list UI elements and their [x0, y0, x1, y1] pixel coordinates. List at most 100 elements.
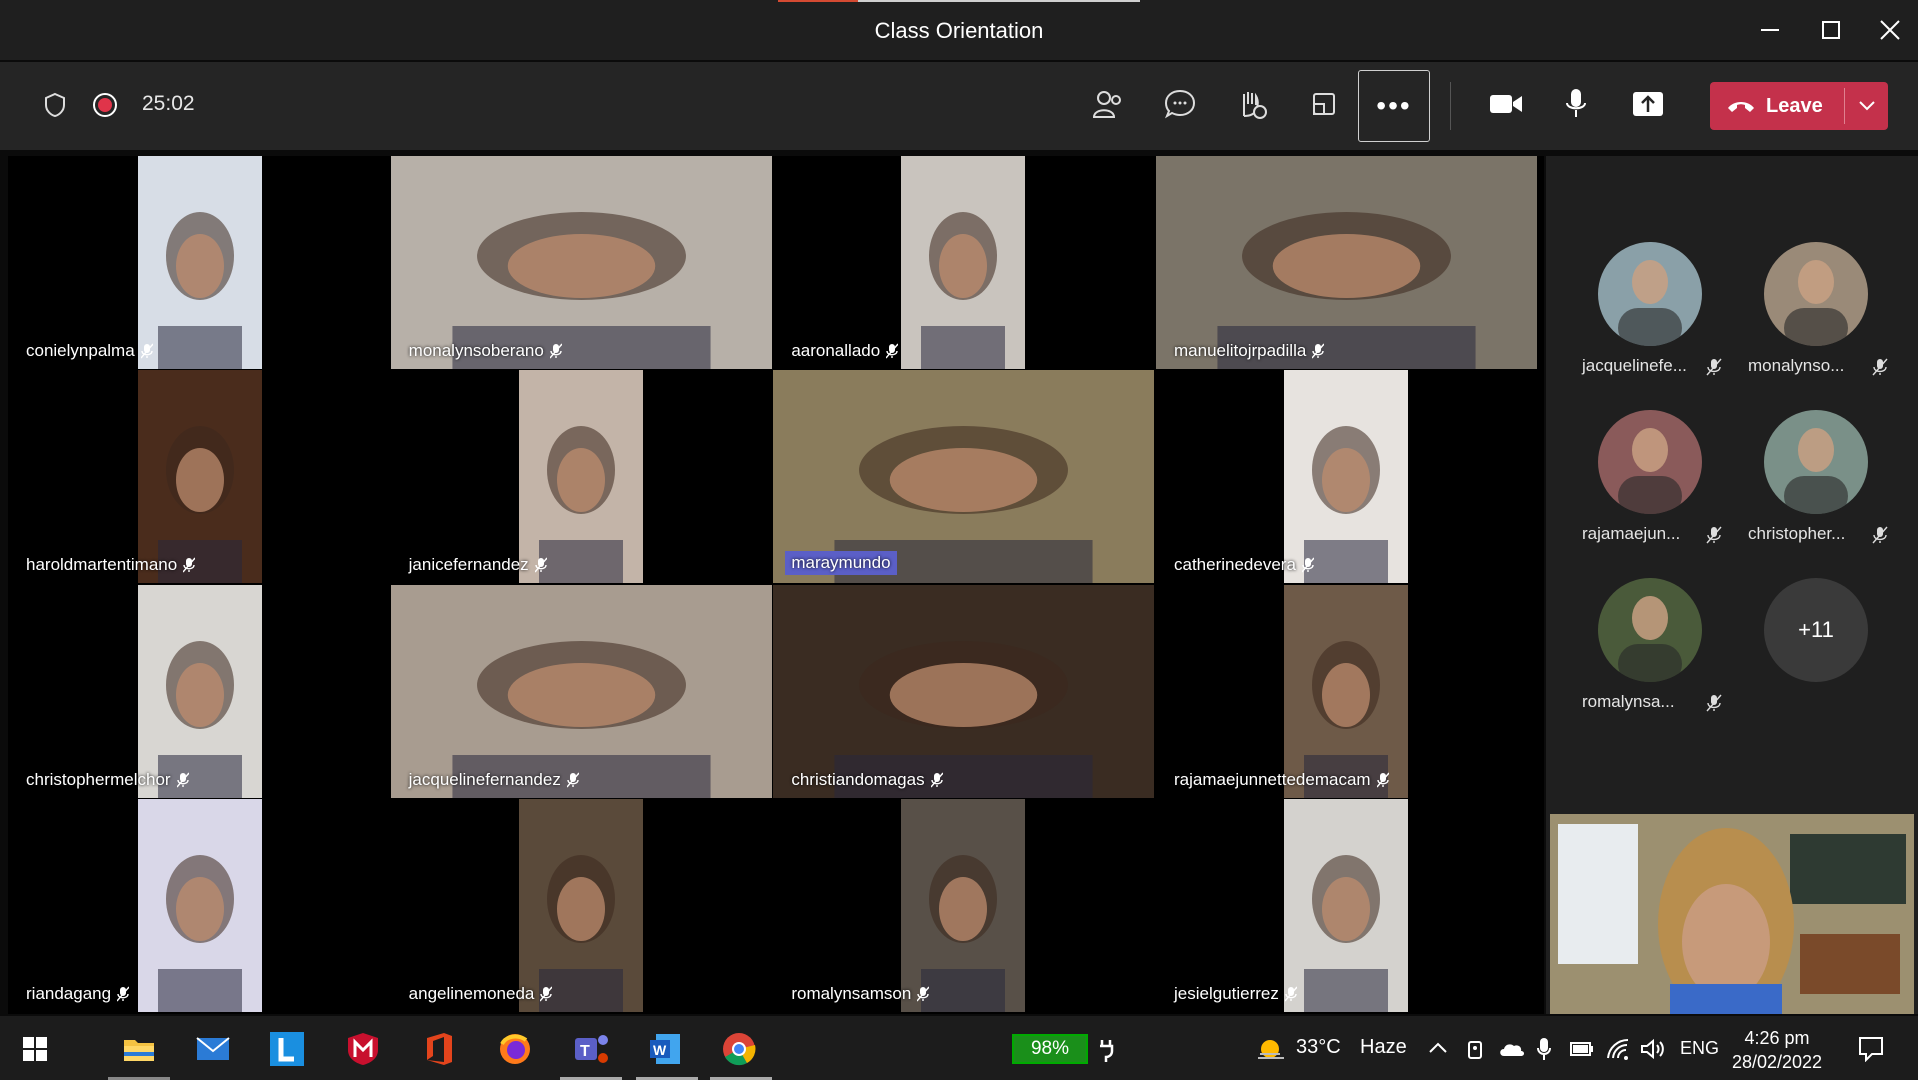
- participant-avatar-label: monalynso...: [1748, 356, 1845, 375]
- battery-tray-icon[interactable]: [1570, 1040, 1594, 1058]
- chat-button[interactable]: [1160, 84, 1200, 124]
- weather-temp[interactable]: 33°C: [1296, 1036, 1341, 1059]
- maximize-icon: [1822, 21, 1840, 39]
- participant-name: christiandomagas: [791, 770, 943, 790]
- mic-muted-icon: [1706, 358, 1722, 376]
- self-view-scene: [1550, 814, 1914, 1014]
- participant-name-text: haroldmartentimano: [26, 555, 178, 575]
- participant-video: [138, 156, 262, 369]
- participant-tile[interactable]: rajamaejunnettedemacam: [1156, 584, 1537, 798]
- volume-icon[interactable]: [1640, 1038, 1666, 1060]
- participant-tile[interactable]: monalynsoberano: [390, 156, 772, 369]
- mic-muted-icon: [1872, 526, 1888, 544]
- launcher-button[interactable]: [266, 1028, 308, 1070]
- participant-avatar[interactable]: [1598, 578, 1702, 682]
- plug-icon: [1100, 1040, 1114, 1062]
- participant-avatar[interactable]: [1764, 410, 1868, 514]
- participant-name: riandagang: [26, 984, 130, 1004]
- mcafee-button[interactable]: [342, 1028, 384, 1070]
- camera-button[interactable]: [1484, 84, 1528, 124]
- participant-tile[interactable]: christiandomagas: [773, 584, 1155, 798]
- participant-name-text: angelinemoneda: [408, 983, 535, 1003]
- reactions-button[interactable]: [1232, 84, 1272, 124]
- mic-muted-icon: [1706, 526, 1722, 544]
- participant-name: aaronallado: [791, 341, 899, 361]
- chevron-up-icon[interactable]: [1428, 1042, 1448, 1054]
- office-button[interactable]: [418, 1028, 460, 1070]
- share-tray-button[interactable]: [1304, 84, 1344, 124]
- participant-avatar[interactable]: [1764, 242, 1868, 346]
- meeting-toolbar: 25:02 ••• Leave: [0, 62, 1918, 150]
- participant-avatar[interactable]: [1598, 410, 1702, 514]
- participant-video: [1284, 370, 1408, 584]
- chevron-down-icon[interactable]: [1858, 100, 1876, 112]
- firefox-button[interactable]: [494, 1028, 536, 1070]
- mic-muted-icon: [1301, 557, 1314, 573]
- window-title: Class Orientation: [874, 18, 1044, 43]
- participant-video: [1156, 156, 1537, 369]
- leave-divider: [1844, 88, 1845, 124]
- mail-button[interactable]: [192, 1028, 234, 1070]
- word-button[interactable]: W: [644, 1028, 686, 1070]
- participant-tile[interactable]: riandagang: [8, 798, 389, 1012]
- mic-muted-icon: [1706, 694, 1722, 712]
- l-app-icon: [270, 1032, 304, 1066]
- participant-tile[interactable]: conielynpalma: [8, 156, 389, 369]
- participant-tile[interactable]: aaronallado: [773, 156, 1155, 369]
- teams-icon: T: [575, 1035, 608, 1063]
- participant-tile[interactable]: christophermelchor: [8, 584, 389, 798]
- close-button[interactable]: [1862, 12, 1918, 48]
- shield-icon[interactable]: [40, 90, 70, 120]
- weather-icon[interactable]: [1256, 1036, 1286, 1062]
- battery-indicator[interactable]: 98%: [1012, 1034, 1088, 1064]
- teams-button[interactable]: T: [568, 1028, 616, 1070]
- participant-tile[interactable]: romalynsamson: [773, 798, 1155, 1012]
- participant-tile[interactable]: catherinedevera: [1156, 370, 1537, 584]
- share-content-button[interactable]: [1628, 84, 1668, 124]
- participant-tile[interactable]: janicefernandez: [390, 370, 772, 584]
- title-accent: [858, 0, 1140, 2]
- start-button[interactable]: [14, 1028, 56, 1070]
- participant-tile[interactable]: jacquelinefernandez: [390, 584, 772, 798]
- participant-video: [390, 584, 772, 798]
- participant-tile[interactable]: jesielgutierrez: [1156, 798, 1537, 1012]
- mic-muted-icon: [1312, 343, 1325, 359]
- participant-name: romalynsamson: [791, 984, 930, 1004]
- meet-now-icon[interactable]: [1466, 1038, 1484, 1060]
- participant-name: jacquelinefernandez: [409, 770, 579, 790]
- participant-tile[interactable]: haroldmartentimano: [8, 370, 389, 584]
- onedrive-icon[interactable]: [1498, 1040, 1524, 1058]
- microphone-button[interactable]: [1556, 84, 1596, 124]
- maximize-button[interactable]: [1803, 12, 1859, 48]
- chrome-button[interactable]: [718, 1028, 760, 1070]
- participant-name: monalynsoberano: [409, 341, 562, 361]
- participant-name-text: manuelitojrpadilla: [1174, 341, 1307, 360]
- participant-video: [138, 798, 262, 1012]
- participants-button[interactable]: [1088, 84, 1128, 124]
- notifications-icon[interactable]: [1858, 1036, 1884, 1062]
- mic-muted-icon: [566, 772, 579, 788]
- rooms-icon: [1313, 93, 1335, 115]
- self-view-video[interactable]: [1550, 814, 1914, 1014]
- weather-desc[interactable]: Haze: [1360, 1036, 1407, 1059]
- more-participants-button[interactable]: +11: [1764, 578, 1868, 682]
- participant-tile[interactable]: angelinemoneda: [390, 798, 772, 1012]
- participant-name: haroldmartentimano: [26, 555, 196, 575]
- participant-video: [1284, 584, 1408, 798]
- participant-video: [901, 156, 1026, 369]
- participant-tile[interactable]: maraymundo: [773, 370, 1155, 584]
- minimize-button[interactable]: [1742, 12, 1798, 48]
- clock[interactable]: 4:26 pm 28/02/2022: [1712, 1026, 1842, 1074]
- mic-tray-icon[interactable]: [1536, 1036, 1552, 1062]
- minimize-icon: [1761, 29, 1779, 31]
- share-icon: [1633, 92, 1663, 116]
- office-icon: [427, 1033, 452, 1065]
- leave-button[interactable]: Leave: [1710, 82, 1888, 130]
- participant-tile[interactable]: manuelitojrpadilla: [1156, 156, 1537, 369]
- wifi-icon[interactable]: [1606, 1038, 1630, 1060]
- file-explorer-button[interactable]: [118, 1028, 160, 1070]
- participant-avatar[interactable]: [1598, 242, 1702, 346]
- more-actions-button[interactable]: •••: [1358, 70, 1430, 142]
- firefox-icon: [500, 1034, 530, 1064]
- participant-video: [1284, 798, 1408, 1012]
